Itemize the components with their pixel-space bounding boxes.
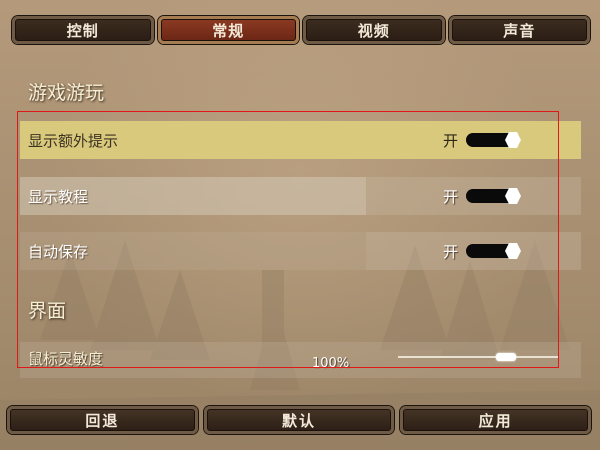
tab-audio[interactable]: 声音	[448, 16, 590, 44]
tutorial-toggle[interactable]	[466, 188, 521, 204]
forest-background	[0, 240, 600, 450]
setting-row-autosave[interactable]: 自动保存 开	[20, 232, 581, 270]
apply-button[interactable]: 应用	[400, 406, 592, 434]
slider-handle[interactable]	[496, 353, 516, 361]
setting-label: 自动保存	[20, 232, 366, 270]
autosave-toggle[interactable]	[466, 243, 521, 259]
mouse-sensitivity-slider[interactable]	[398, 356, 558, 358]
default-button[interactable]: 默认	[203, 406, 395, 434]
back-button[interactable]: 回退	[7, 406, 198, 434]
tab-video[interactable]: 视频	[303, 16, 445, 44]
setting-row-tutorial[interactable]: 显示教程 开	[20, 177, 581, 215]
bottom-button-bar: 回退 默认 应用	[7, 406, 592, 434]
mouse-sensitivity-label: 鼠标灵敏度	[28, 350, 104, 368]
section-title-gameplay: 游戏游玩	[28, 82, 105, 104]
tab-general[interactable]: 常规	[157, 16, 299, 44]
toggle-state-text: 开	[443, 243, 459, 261]
setting-label: 显示教程	[20, 177, 366, 215]
toggle-state-text: 开	[443, 132, 459, 150]
mouse-sensitivity-value: 100%	[312, 356, 350, 371]
extra-hints-toggle[interactable]	[466, 132, 521, 148]
tab-controls[interactable]: 控制	[12, 16, 154, 44]
setting-label: 显示额外提示	[20, 121, 366, 159]
settings-tab-bar: 控制 常规 视频 声音	[12, 16, 590, 44]
setting-row-extra-hints[interactable]: 显示额外提示 开	[20, 121, 581, 159]
section-title-interface: 界面	[28, 300, 67, 322]
toggle-state-text: 开	[443, 188, 459, 206]
